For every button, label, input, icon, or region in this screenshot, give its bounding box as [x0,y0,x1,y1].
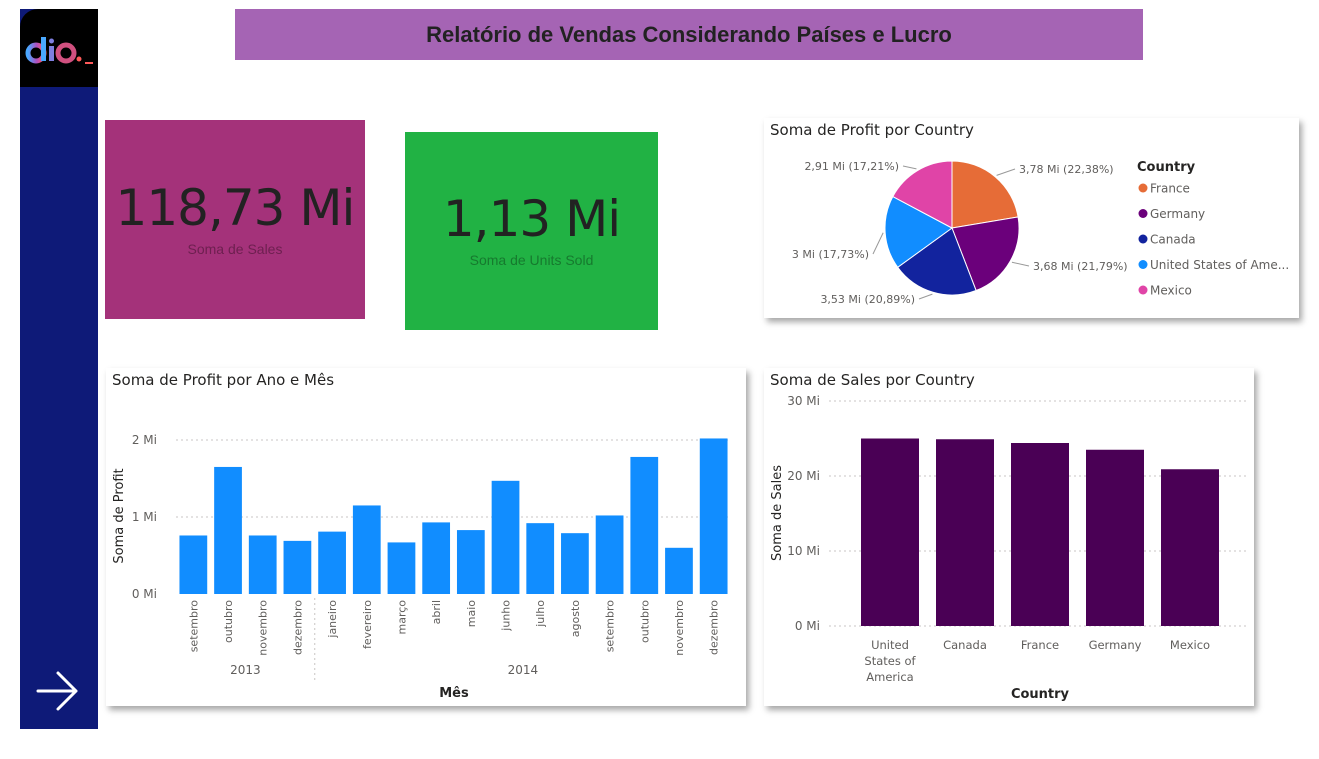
pie-leader-line [1011,261,1030,267]
legend-label: Canada [1150,233,1196,247]
bar[interactable] [248,535,277,594]
units-kpi-label: Soma de Units Sold [469,252,594,268]
x-tick-label: junho [500,600,513,632]
y-tick-label: 30 Mi [787,394,820,408]
bar[interactable] [1011,443,1069,626]
x-tick-label: setembro [604,600,617,653]
legend-label: United States of Ame... [1150,258,1289,272]
bar[interactable] [1161,469,1219,626]
pie-leader-line [902,165,917,170]
x-tick-label: novembro [673,600,686,656]
pie-chart-title: Soma de Profit por Country [770,121,974,139]
x-tick-label: janeiro [326,600,339,639]
legend-title: Country [1137,160,1196,175]
bar[interactable] [214,466,242,594]
y-tick-label: 2 Mi [132,433,157,447]
logo-area [20,9,98,87]
bar[interactable] [1086,449,1144,626]
x-tick-label: julho [534,600,547,628]
legend-label: Germany [1150,207,1205,221]
y-axis-title: Soma de Profit [112,468,127,563]
x-tick-label: outubro [222,600,235,643]
pie-chart[interactable]: 3,78 Mi (22,38%) 3,68 Mi (21,79%) 3,53 Mi … [764,118,1299,318]
x-tick-label: março [395,600,408,635]
x-tick-label: maio [465,600,478,628]
bar[interactable] [630,456,659,594]
legend-marker [1138,234,1148,244]
x-axis-title: Country [1011,687,1070,702]
pie-data-label: 3 Mi (17,73%) [792,248,869,261]
x-group-label: 2014 [508,663,539,677]
bar[interactable] [318,531,346,594]
x-tick-label: United States of America [864,638,916,684]
bar[interactable] [422,522,451,594]
pie-data-label: 3,78 Mi (22,38%) [1019,163,1114,176]
x-tick-label: Canada [943,638,987,652]
sales-kpi-card[interactable]: 118,73 Mi Soma de Sales [105,120,365,319]
y-tick-label: 10 Mi [787,544,820,558]
y-tick-label: 0 Mi [795,619,820,633]
x-tick-label: fevereiro [361,600,374,649]
bar[interactable] [561,533,589,594]
report-title: Relatório de Vendas Considerando Países … [426,21,952,47]
bar[interactable] [595,515,624,594]
y-tick-label: 1 Mi [132,510,157,524]
legend-marker [1138,183,1148,193]
legend-marker [1138,260,1148,269]
y-tick-label: 20 Mi [787,469,820,483]
legend-label: Mexico [1150,284,1192,298]
arrow-right-icon[interactable] [34,669,82,713]
bar[interactable] [526,523,555,594]
x-axis-title: Mês [439,686,469,701]
bar[interactable] [352,505,381,594]
dio-logo-icon [25,37,93,64]
x-tick-label: setembro [187,600,200,653]
x-tick-label: dezembro [291,600,304,655]
x-tick-label: novembro [257,600,270,656]
bar-chart-country-title: Soma de Sales por Country [770,371,975,389]
sales-kpi-label: Soma de Sales [187,240,283,257]
y-tick-label: 0 Mi [132,587,157,601]
bar[interactable] [936,439,994,626]
pie-data-label: 3,68 Mi (21,79%) [1033,260,1128,273]
bar[interactable] [665,547,693,594]
pie-leader-line [996,168,1016,176]
pie-leader-line [918,293,933,300]
x-tick-label: outubro [638,600,651,643]
profit-by-month-chart[interactable]: 0 Mi 1 Mi 2 Mi setembro outubro novembro dezem… [106,368,746,706]
bar[interactable] [387,542,416,594]
legend-marker [1138,285,1148,295]
bar-chart-month-title: Soma de Profit por Ano e Mês [112,371,335,389]
x-tick-label: Mexico [1170,638,1210,652]
sales-by-country-chart[interactable]: 0 Mi 10 Mi 20 Mi 30 Mi United States of Americ… [764,368,1254,706]
bar[interactable] [283,540,312,594]
sales-kpi-value: 118,73 Mi [115,178,356,237]
legend-label: France [1150,182,1190,196]
x-tick-label: dezembro [708,600,721,655]
bar[interactable] [699,438,728,594]
sales-by-country-bar-panel[interactable]: Soma de Sales por Country 0 Mi 10 Mi 20 Mi… [764,368,1254,706]
x-tick-label: agosto [569,600,582,637]
pie-leader-line [872,232,884,255]
bar[interactable] [861,438,919,627]
bar[interactable] [179,535,208,594]
x-group-label: 2013 [230,663,261,677]
x-tick-label: France [1021,638,1059,652]
legend-marker [1138,209,1148,218]
x-tick-label: abril [430,600,443,624]
pie-data-label: 2,91 Mi (17,21%) [804,160,899,173]
units-kpi-value: 1,13 Mi [442,190,621,248]
y-axis-title: Soma de Sales [770,465,785,561]
bar[interactable] [456,530,485,594]
x-tick-label: Germany [1089,638,1142,652]
sidebar [20,9,98,729]
report-title-bar: Relatório de Vendas Considerando Países … [235,9,1143,60]
profit-by-month-bar-panel[interactable]: Soma de Profit por Ano e Mês 0 Mi 1 Mi 2 M… [106,368,746,706]
pie-data-label: 3,53 Mi (20,89%) [820,293,915,306]
units-kpi-card[interactable]: 1,13 Mi Soma de Units Sold [405,132,658,330]
bar[interactable] [491,480,520,594]
profit-by-country-pie-panel[interactable]: Soma de Profit por Country 3,78 Mi (22,3… [764,118,1299,318]
